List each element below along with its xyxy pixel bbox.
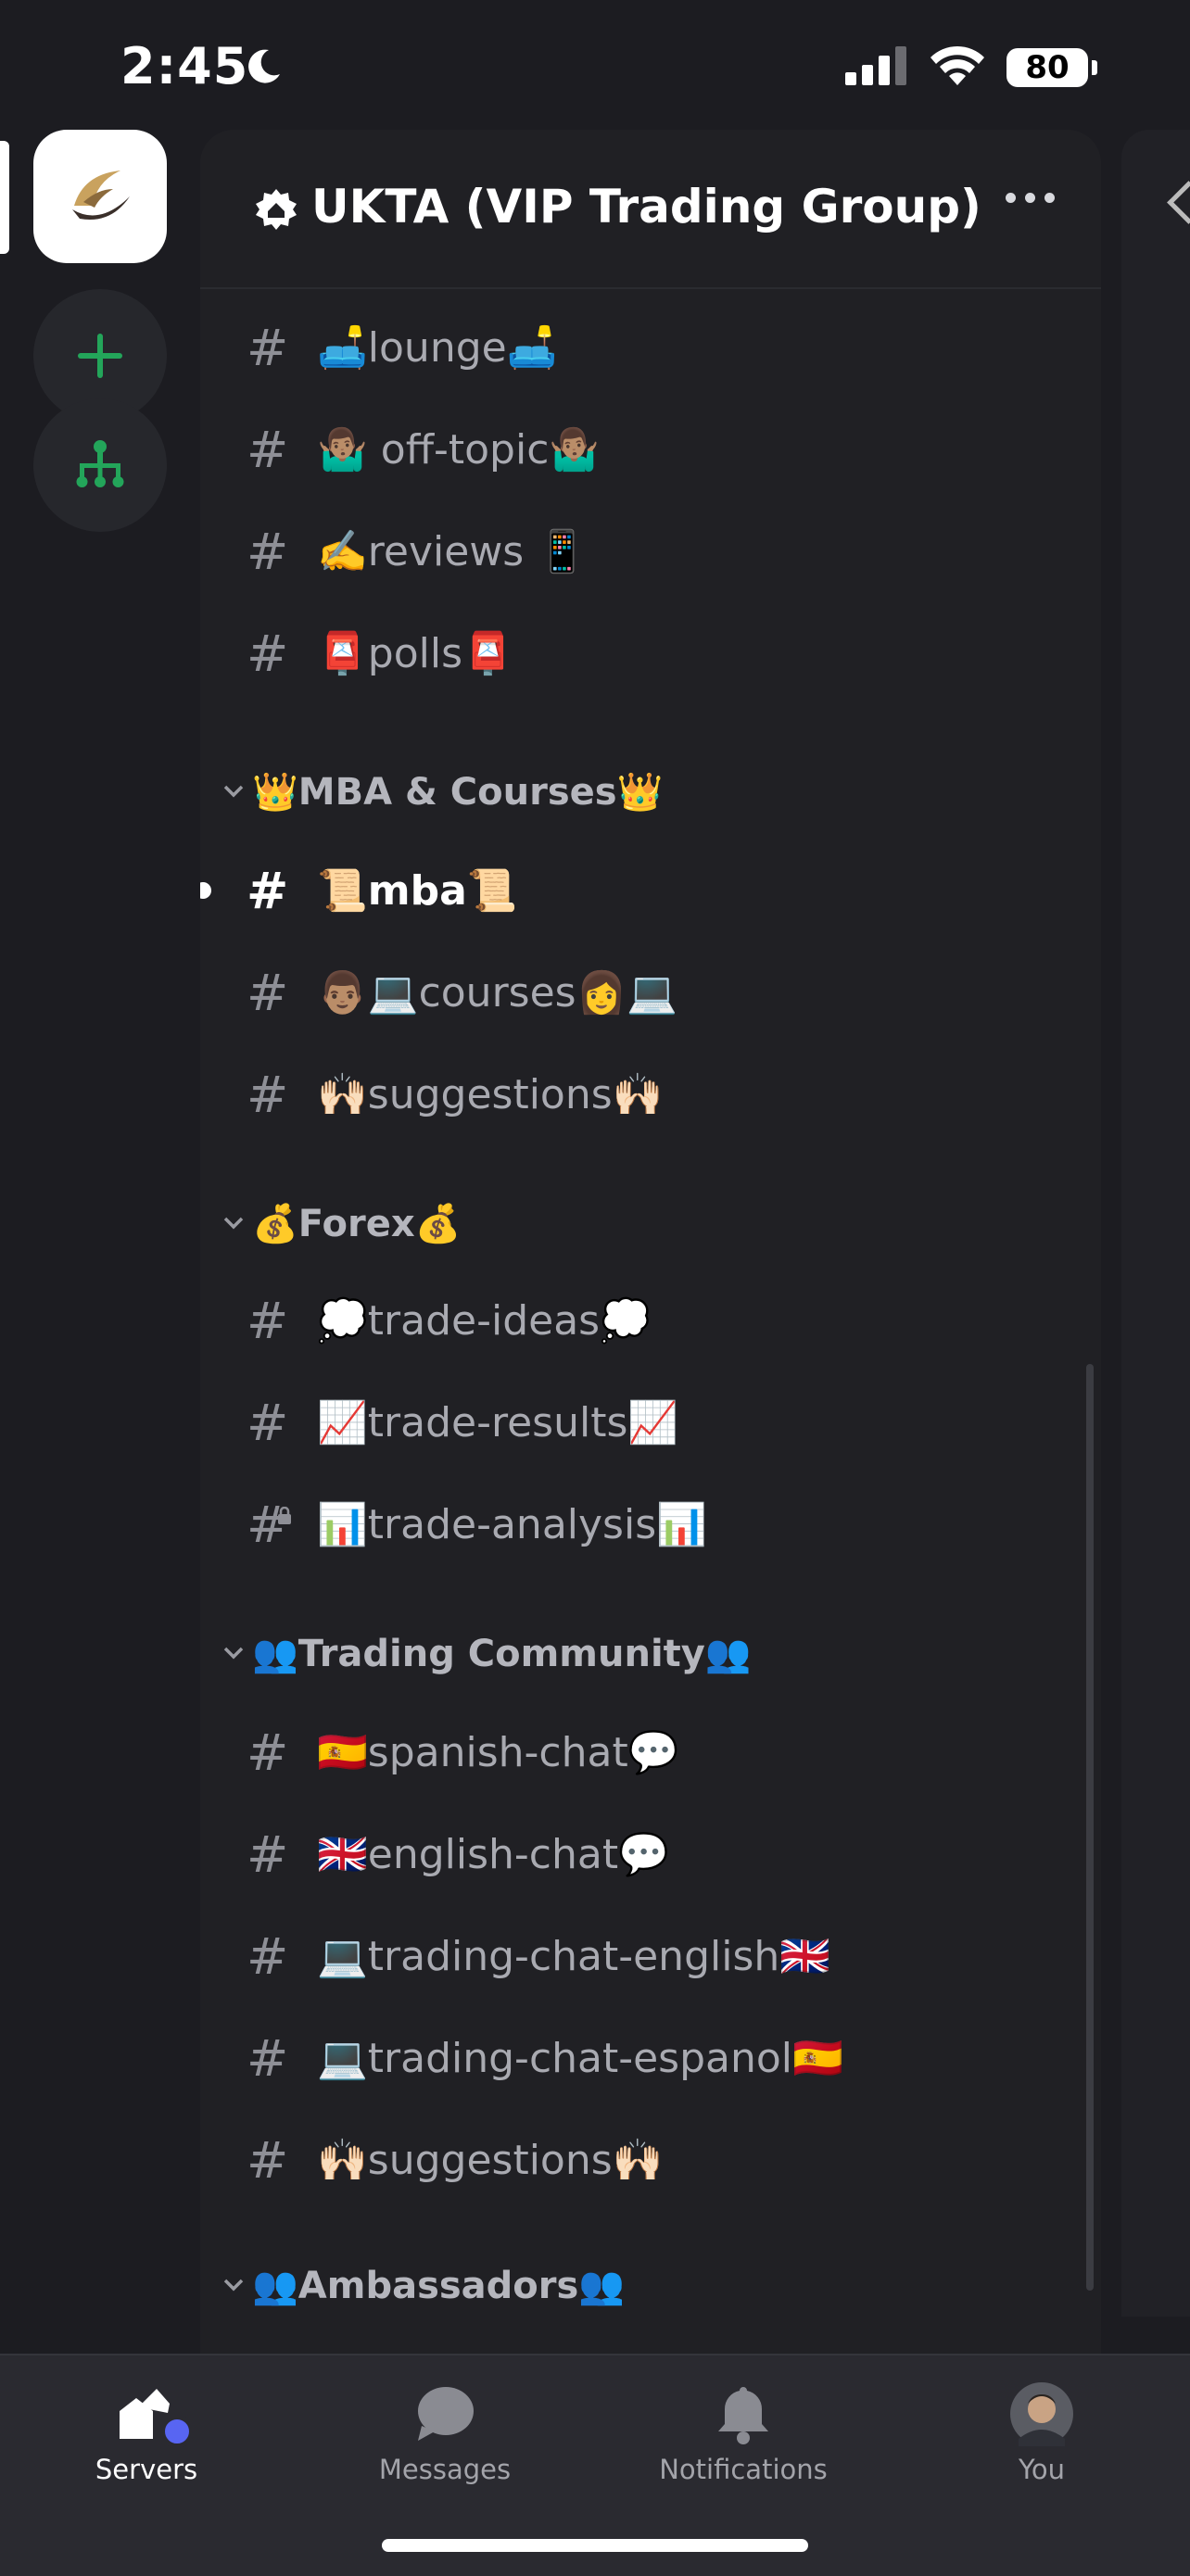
chat-bubble-icon	[412, 2381, 477, 2446]
category-label: 👥Ambassadors👥	[252, 2264, 626, 2307]
notification-dot	[160, 2415, 194, 2448]
channel-english-chat[interactable]: # 🇬🇧english-chat💬	[200, 1812, 1101, 1896]
channel-hash-icon: #	[247, 522, 289, 581]
battery-nub	[1092, 60, 1097, 75]
category-forex[interactable]: 💰Forex💰	[200, 1186, 1101, 1260]
server-settings-icon	[254, 187, 298, 235]
category-label: 💰Forex💰	[252, 1202, 462, 1245]
channel-hash-icon: #	[247, 1723, 289, 1782]
channel-trade-results[interactable]: # 📈trade-results📈	[200, 1381, 1101, 1464]
channel-hash-icon: #	[247, 1393, 289, 1452]
channel-label: 💻trading-chat-espanol🇪🇸	[317, 2035, 843, 2082]
category-mba-courses[interactable]: 👑MBA & Courses👑	[200, 754, 1101, 828]
channel-list-panel: UKTA (VIP Trading Group) # 🛋️lounge🛋️ # …	[200, 130, 1101, 2354]
chevron-down-icon	[213, 2271, 254, 2299]
channel-label: 🇬🇧english-chat💬	[317, 1831, 669, 1878]
channel-label: 🇪🇸spanish-chat💬	[317, 1729, 679, 1776]
channel-label: ✍️reviews 📱	[317, 528, 588, 575]
status-bar: 2:45 80	[0, 0, 1190, 130]
channel-trading-chat-espanol[interactable]: # 💻trading-chat-espanol🇪🇸	[200, 2016, 1101, 2100]
category-label: 👑MBA & Courses👑	[252, 770, 664, 814]
lock-icon	[276, 1506, 293, 1530]
channel-label: 🤷🏽‍♂ off-topic🤷🏽‍♂	[317, 426, 601, 474]
channel-polls[interactable]: # 📮polls📮	[200, 612, 1101, 695]
plus-icon	[78, 334, 122, 378]
category-ambassadors[interactable]: 👥Ambassadors👥	[200, 2248, 1101, 2322]
channel-label: 📮polls📮	[317, 630, 513, 677]
channel-label: 📈trade-results📈	[317, 1399, 679, 1446]
channel-suggestions[interactable]: # 🙌🏻suggestions🙌🏻	[200, 1053, 1101, 1136]
channel-courses[interactable]: # 👨🏽💻courses👩💻	[200, 951, 1101, 1034]
channel-hash-icon: #	[247, 420, 289, 479]
channel-hash-icon: #	[247, 2028, 289, 2088]
chevron-left-icon	[1167, 181, 1190, 224]
channel-trade-ideas[interactable]: # 💭trade-ideas💭	[200, 1279, 1101, 1362]
unread-indicator	[200, 882, 211, 899]
tab-label: You	[1019, 2454, 1065, 2485]
server-name: UKTA (VIP Trading Group)	[311, 180, 981, 234]
server-rail	[0, 130, 195, 2354]
channel-spanish-chat[interactable]: # 🇪🇸spanish-chat💬	[200, 1711, 1101, 1794]
channel-label: 🙌🏻suggestions🙌🏻	[317, 1071, 664, 1118]
channel-label: 💭trade-ideas💭	[317, 1297, 651, 1345]
channel-mba[interactable]: # 📜mba📜	[200, 849, 1101, 932]
more-dot	[1044, 193, 1055, 203]
channel-hash-icon: #	[247, 318, 289, 377]
servers-icon	[114, 2381, 194, 2448]
wifi-icon	[929, 44, 986, 91]
channel-hash-icon: #	[247, 1825, 289, 1884]
chevron-down-icon	[213, 1209, 254, 1237]
more-dot	[1025, 193, 1035, 203]
bell-icon	[711, 2381, 776, 2446]
channel-hash-icon: #	[247, 1291, 289, 1350]
tab-label: Messages	[378, 2454, 512, 2485]
moon-icon	[243, 46, 284, 91]
home-indicator[interactable]	[382, 2539, 808, 2552]
chat-panel-peek[interactable]	[1121, 130, 1190, 2317]
ukta-logo-icon	[72, 170, 130, 220]
category-label: 👥Trading Community👥	[252, 1632, 752, 1675]
channel-trading-chat-english[interactable]: # 💻trading-chat-english🇬🇧	[200, 1914, 1101, 1998]
channel-lounge[interactable]: # 🛋️lounge🛋️	[200, 306, 1101, 389]
channel-hash-icon: #	[247, 1065, 289, 1124]
avatar	[1009, 2381, 1074, 2446]
channel-label: 📊trade-analysis📊	[317, 1501, 707, 1548]
tab-label: Servers	[95, 2454, 198, 2485]
battery-indicator: 80	[1006, 48, 1088, 87]
channel-hash-icon: #	[247, 1926, 289, 1986]
channel-label: 👨🏽💻courses👩💻	[317, 969, 678, 1017]
channel-label: 🙌🏻suggestions🙌🏻	[317, 2137, 664, 2184]
channel-label: 🛋️lounge🛋️	[317, 324, 558, 372]
tab-label: Notifications	[659, 2454, 828, 2485]
cellular-signal-icon	[845, 46, 908, 89]
category-trading-community[interactable]: 👥Trading Community👥	[200, 1616, 1101, 1690]
tab-notifications[interactable]: Notifications	[632, 2381, 855, 2485]
chevron-down-icon	[213, 1639, 254, 1667]
channel-label: 📜mba📜	[317, 867, 518, 915]
channel-label: 💻trading-chat-english🇬🇧	[317, 1933, 831, 1980]
selected-server-indicator	[0, 141, 9, 254]
channel-list-scrollbar[interactable]	[1086, 1364, 1094, 2291]
server-header[interactable]: UKTA (VIP Trading Group)	[200, 130, 1101, 289]
channel-hash-icon: #	[247, 861, 289, 920]
channel-reviews[interactable]: # ✍️reviews 📱	[200, 510, 1101, 593]
status-time: 2:45	[120, 37, 249, 95]
channel-hash-icon: #	[247, 963, 289, 1022]
hierarchy-icon	[76, 440, 124, 487]
chevron-down-icon	[213, 777, 254, 805]
channel-off-topic[interactable]: # 🤷🏽‍♂ off-topic🤷🏽‍♂	[200, 408, 1101, 491]
tab-you[interactable]: You	[930, 2381, 1153, 2485]
channel-trade-analysis[interactable]: # 📊trade-analysis📊	[200, 1483, 1101, 1566]
channel-community-suggestions[interactable]: # 🙌🏻suggestions🙌🏻	[200, 2118, 1101, 2202]
channel-hash-icon: #	[247, 2130, 289, 2190]
more-dot	[1006, 193, 1016, 203]
channel-hash-icon: #	[247, 624, 289, 683]
server-logo-ukta[interactable]	[33, 130, 167, 263]
tab-messages[interactable]: Messages	[334, 2381, 556, 2485]
tab-servers[interactable]: Servers	[35, 2381, 258, 2485]
more-options-button[interactable]	[1006, 193, 1055, 203]
discover-servers-button[interactable]	[33, 398, 167, 532]
